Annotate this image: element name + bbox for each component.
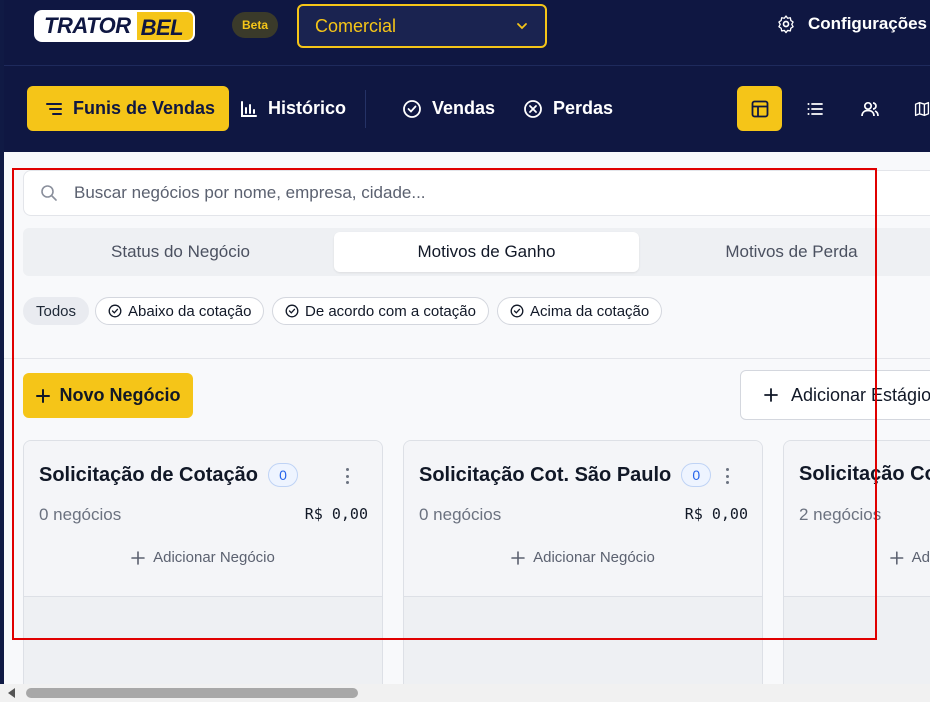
department-select[interactable]: Comercial [297,4,547,48]
filter-chip-below-quote[interactable]: Abaixo da cotação [95,297,265,325]
map-view-button[interactable] [902,86,930,131]
search-bar[interactable]: Buscar negócios por nome, empresa, cidad… [23,170,930,216]
kanban-icon [751,100,768,117]
column-title: Solicitação de Cotação [39,463,258,486]
new-deal-button[interactable]: Novo Negócio [23,373,193,418]
deal-count-badge: 0 [267,463,298,487]
nav-separator [365,90,366,128]
column-title-row: Solicitação de Cotação 0 [39,463,298,487]
nav-losses[interactable]: Perdas [523,86,613,131]
plus-icon [131,550,145,565]
beta-badge: Beta [232,12,278,38]
pipeline-column: Solicitação Cot. São Paulo 0 0 negócios … [403,440,763,702]
tab-win-reasons[interactable]: Motivos de Ganho [334,232,639,272]
check-circle-icon [510,304,524,318]
nav-history-label: Histórico [268,98,347,118]
tratorbel-logo[interactable]: TRATOR BEL [34,10,206,42]
logo-part-trator: TRATOR [34,10,137,42]
bar-chart-icon [241,100,257,117]
map-icon [914,101,930,116]
contacts-view-button[interactable] [847,86,892,131]
filter-chip-above-quote[interactable]: Acima da cotação [497,297,663,325]
scroll-left-arrow-icon[interactable] [8,688,15,698]
pipeline-column: Solicitação Cot 2 negócios Ad [783,440,930,702]
board-area: Buscar negócios por nome, empresa, cidad… [0,152,930,702]
filter-chip-label: Abaixo da cotação [128,302,252,320]
add-deal-label: Ad [911,549,930,566]
more-options-icon[interactable] [722,465,732,487]
check-circle-icon [108,304,122,318]
add-stage-button[interactable]: Adicionar Estágio [740,370,930,420]
filter-chip-matches-quote[interactable]: De acordo com a cotação [272,297,489,325]
window-left-edge [0,0,4,702]
chevron-down-icon [517,23,527,30]
plus-icon [764,388,778,402]
search-icon [41,185,57,201]
column-header: Solicitação Cot. São Paulo 0 0 negócios … [404,441,762,597]
pipeline-column: Solicitação de Cotação 0 0 negócios R$ 0… [23,440,383,702]
search-input[interactable]: Buscar negócios por nome, empresa, cidad… [74,183,426,203]
column-title-row: Solicitação Cot. São Paulo 0 [419,463,712,487]
nav-history[interactable]: Histórico [240,86,346,131]
list-view-button[interactable] [792,86,837,131]
gear-icon [778,15,794,34]
header-divider [0,65,930,66]
department-value: Comercial [315,15,397,36]
kanban-view-button[interactable] [737,86,782,131]
plus-icon [890,550,904,565]
add-deal-label: Adicionar Negócio [153,549,275,566]
filter-chip-label: De acordo com a cotação [305,302,476,320]
logo-part-bel: BEL [136,10,196,42]
plus-icon [511,550,525,565]
filter-chip-all[interactable]: Todos [23,297,90,325]
list-icon [807,102,823,115]
settings-button[interactable]: Configurações [776,14,927,34]
horizontal-scrollbar[interactable] [0,684,930,702]
nav-sales-funnels[interactable]: Funis de Vendas [27,86,230,131]
add-deal-button[interactable]: Ad [784,549,930,566]
settings-label: Configurações [808,14,928,33]
add-stage-label: Adicionar Estágio [791,384,930,405]
column-total-value: R$ 0,00 [684,505,748,523]
menu-lines-icon [46,102,62,115]
nav-sales-funnels-label: Funis de Vendas [73,98,216,118]
main-nav: Funis de Vendas Histórico Vendas Perdas [0,86,930,132]
scrollbar-thumb[interactable] [26,688,358,698]
column-deal-count: 0 negócios [419,505,502,524]
check-circle-icon [403,99,421,118]
users-icon [860,101,879,116]
filter-chip-label: Acima da cotação [530,302,650,320]
reason-tabs: Status do Negócio Motivos de Ganho Motiv… [23,228,930,276]
top-header: TRATOR BEL Beta Comercial Configurações … [0,0,930,152]
x-circle-icon [524,99,542,118]
column-title: Solicitação Cot. São Paulo [419,463,672,486]
section-divider [4,358,930,359]
nav-sales[interactable]: Vendas [402,86,495,131]
add-deal-label: Adicionar Negócio [533,549,655,566]
tab-loss-reasons[interactable]: Motivos de Perda [639,232,930,272]
plus-icon [36,388,51,403]
tab-business-status[interactable]: Status do Negócio [27,232,334,272]
column-title-row: Solicitação Cot [799,463,930,486]
column-header: Solicitação de Cotação 0 0 negócios R$ 0… [24,441,382,597]
nav-losses-label: Perdas [553,98,614,118]
column-deal-count: 2 negócios [799,505,882,524]
check-circle-icon [285,304,299,318]
deal-count-badge: 0 [681,463,712,487]
column-total-value: R$ 0,00 [304,505,368,523]
new-deal-label: Novo Negócio [59,385,181,405]
column-title: Solicitação Cot [799,463,930,485]
add-deal-button[interactable]: Adicionar Negócio [24,549,382,566]
filter-chip-label: Todos [36,302,77,320]
more-options-icon[interactable] [342,465,352,487]
column-deal-count: 0 negócios [39,505,122,524]
column-header: Solicitação Cot 2 negócios Ad [784,441,930,597]
nav-sales-label: Vendas [432,98,496,118]
add-deal-button[interactable]: Adicionar Negócio [404,549,762,566]
